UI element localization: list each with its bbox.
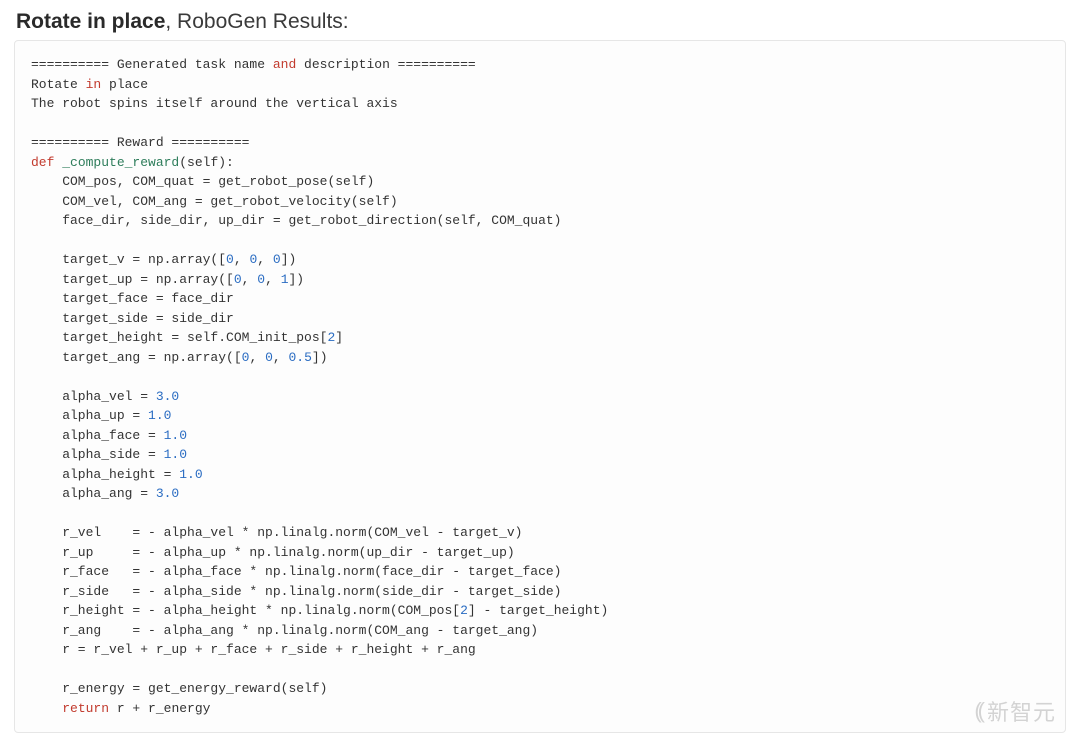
code-token: alpha_vel = [31,389,156,404]
code-token: target_up = np.array([ [31,272,234,287]
code-token-num: 0 [257,272,265,287]
code-token: ] - target_height) [468,603,608,618]
code-token-fn: _compute_reward [62,155,179,170]
code-token: ]) [289,272,305,287]
code-token: alpha_up = [31,408,148,423]
code-token [31,701,62,716]
code-token: target_height = self.COM_init_pos[ [31,330,327,345]
code-token: target_face = face_dir [31,291,234,306]
code-token: , [257,252,273,267]
code-token: , [242,272,258,287]
code-token-num: 0 [226,252,234,267]
code-token: r_side = - alpha_side * np.linalg.norm(s… [31,584,562,599]
code-token: target_side = side_dir [31,311,234,326]
code-token-num: 0 [265,350,273,365]
code-token: ] [335,330,343,345]
code-token-num: 1.0 [164,447,187,462]
code-token: alpha_ang = [31,486,156,501]
code-token-num: 3.0 [156,486,179,501]
code-token: The robot spins itself around the vertic… [31,96,398,111]
code-token-num: 0 [273,252,281,267]
code-token-num: 1.0 [164,428,187,443]
code-token-num: 0 [234,272,242,287]
code-token: ========== Reward ========== [31,135,249,150]
code-token-kw: in [86,77,102,92]
code-token: , [234,252,250,267]
code-token: ]) [312,350,328,365]
code-token: r_energy = get_energy_reward(self) [31,681,327,696]
code-token: r_up = - alpha_up * np.linalg.norm(up_di… [31,545,515,560]
title-bold: Rotate in place [16,10,165,33]
code-token-num: 1 [281,272,289,287]
code-token: ]) [281,252,297,267]
code-token-kw: def [31,155,54,170]
code-token: target_v = np.array([ [31,252,226,267]
code-token: r_ang = - alpha_ang * np.linalg.norm(COM… [31,623,538,638]
code-token: description ========== [296,57,475,72]
page-title: Rotate in place, RoboGen Results: [16,10,1066,34]
code-token-num: 0.5 [288,350,311,365]
code-token: alpha_height = [31,467,179,482]
code-token-num: 2 [460,603,468,618]
code-token: COM_vel, COM_ang = get_robot_velocity(se… [31,194,398,209]
code-token: r_height = - alpha_height * np.linalg.no… [31,603,460,618]
code-token: r_vel = - alpha_vel * np.linalg.norm(COM… [31,525,522,540]
code-token: alpha_face = [31,428,164,443]
code-token-num: 1.0 [179,467,202,482]
code-token: r_face = - alpha_face * np.linalg.norm(f… [31,564,562,579]
code-token: alpha_side = [31,447,164,462]
code-token: , [265,272,281,287]
code-token: r + r_energy [109,701,210,716]
code-token: place [101,77,148,92]
code-token: (self): [179,155,234,170]
code-token: face_dir, side_dir, up_dir = get_robot_d… [31,213,562,228]
code-token-kw: and [273,57,296,72]
code-token: target_ang = np.array([ [31,350,242,365]
code-block-container: ========== Generated task name and descr… [14,40,1066,733]
title-rest: , RoboGen Results: [165,10,348,33]
code-token: , [273,350,289,365]
code-token-kw: return [62,701,109,716]
code-token-num: 1.0 [148,408,171,423]
code-token: Rotate [31,77,86,92]
code-token: ========== Generated task name [31,57,273,72]
code-token-num: 3.0 [156,389,179,404]
code-token: , [249,350,265,365]
code-block: ========== Generated task name and descr… [31,55,1049,718]
code-token: r = r_vel + r_up + r_face + r_side + r_h… [31,642,476,657]
code-token: COM_pos, COM_quat = get_robot_pose(self) [31,174,374,189]
